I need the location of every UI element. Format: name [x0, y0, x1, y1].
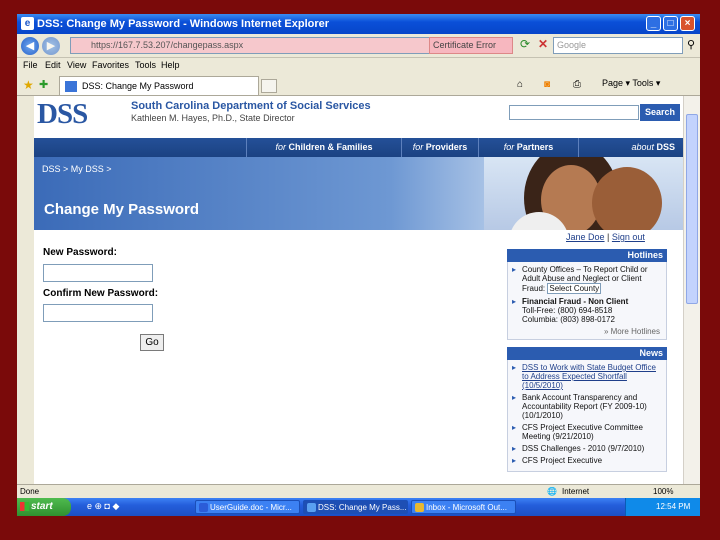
menu-tools[interactable]: Tools	[135, 60, 156, 70]
command-bar[interactable]: Page ▾ Tools ▾	[602, 78, 660, 89]
tab-dss[interactable]: DSS: Change My Password	[59, 76, 259, 95]
menu-bar: File Edit View Favorites Tools Help	[17, 58, 700, 74]
nav-providers[interactable]: for Providers	[401, 138, 478, 157]
news-item[interactable]: ▸ DSS Challenges - 2010 (9/7/2010)	[512, 444, 662, 453]
security-zone: Internet	[562, 487, 590, 496]
window-title: DSS: Change My Password - Windows Intern…	[37, 18, 330, 30]
site-search-input[interactable]	[509, 105, 639, 120]
main-nav: for Children & Families for Providers fo…	[34, 138, 683, 157]
certificate-error-button[interactable]: Certificate Error	[429, 37, 513, 54]
sidebar: Hotlines ▸ County Offices – To Report Ch…	[507, 249, 667, 472]
menu-help[interactable]: Help	[161, 60, 180, 70]
user-links: Jane Doe | Sign out	[566, 232, 645, 242]
news-box: ▸ DSS to Work with State Budget Office to…	[507, 360, 667, 472]
refresh-icon[interactable]: ⟳	[517, 37, 533, 54]
ie-window: e DSS: Change My Password - Windows Inte…	[17, 14, 700, 516]
vertical-scrollbar[interactable]	[683, 96, 700, 484]
dss-logo[interactable]: DSS	[37, 99, 88, 129]
department-name: South Carolina Department of Social Serv…	[131, 100, 371, 112]
news-heading: News	[507, 347, 667, 360]
close-button[interactable]: ×	[680, 16, 695, 31]
confirm-password-label: Confirm New Password:	[43, 288, 159, 299]
page-icon	[65, 81, 77, 92]
print-icon[interactable]: ⎙	[573, 79, 581, 90]
menu-view[interactable]: View	[67, 60, 86, 70]
hotlines-box: ▸ County Offices – To Report Child or Ad…	[507, 262, 667, 340]
confirm-password-input[interactable]	[43, 304, 153, 322]
more-hotlines-link[interactable]: » More Hotlines	[512, 327, 662, 336]
maximize-button[interactable]: □	[663, 16, 678, 31]
address-toolbar: ◀ ▶ https://167.7.53.207/changepass.aspx…	[17, 34, 700, 58]
system-tray: 12:54 PM	[625, 498, 700, 516]
search-input[interactable]: Google	[553, 37, 683, 54]
news-item[interactable]: ▸ CFS Project Executive Committee Meeting…	[512, 423, 662, 441]
menu-favorites[interactable]: Favorites	[92, 60, 129, 70]
back-button[interactable]: ◀	[21, 37, 39, 55]
banner-photo	[484, 157, 683, 230]
user-name-link[interactable]: Jane Doe	[566, 232, 605, 242]
status-text: Done	[20, 487, 40, 496]
taskbar-item-outlook[interactable]: Inbox - Microsoft Out...	[411, 500, 516, 514]
home-icon[interactable]: ⌂	[517, 79, 523, 90]
site-search-button[interactable]: Search	[640, 104, 680, 121]
globe-icon: 🌐	[547, 487, 557, 496]
minimize-button[interactable]: _	[646, 16, 661, 31]
quick-launch-icons[interactable]: e ⊕ ◘ ◆	[87, 501, 119, 512]
nav-children-families[interactable]: for Children & Families	[246, 138, 401, 157]
new-password-input[interactable]	[43, 264, 153, 282]
list-item: ▸ County Offices – To Report Child or Ad…	[512, 265, 648, 294]
start-button[interactable]: start	[17, 498, 71, 516]
director-name: Kathleen M. Hayes, Ph.D., State Director	[131, 113, 295, 123]
stop-icon[interactable]: ✕	[535, 37, 551, 54]
sign-out-link[interactable]: Sign out	[612, 232, 645, 242]
search-icon[interactable]: ⚲	[687, 38, 695, 51]
separator: |	[607, 232, 610, 242]
window-title-bar: e DSS: Change My Password - Windows Inte…	[17, 14, 700, 34]
favorites-star-icon[interactable]: ★	[23, 78, 34, 92]
taskbar-item-userguide[interactable]: UserGuide.doc - Micr...	[195, 500, 300, 514]
news-item[interactable]: ▸ Bank Account Transparency and Accountab…	[512, 393, 662, 420]
taskbar: start e ⊕ ◘ ◆ UserGuide.doc - Micr... DS…	[17, 498, 700, 516]
news-item[interactable]: ▸ CFS Project Executive	[512, 456, 662, 465]
list-item: ▸ Financial Fraud - Non Client Toll-Free:…	[512, 297, 629, 324]
feeds-icon[interactable]: ◙	[544, 79, 550, 90]
windows-flag-icon	[20, 502, 29, 511]
ie-icon: e	[21, 17, 34, 30]
address-input[interactable]: https://167.7.53.207/changepass.aspx	[70, 37, 440, 54]
taskbar-item-ie[interactable]: DSS: Change My Pass...	[303, 500, 408, 514]
scrollbar-thumb[interactable]	[686, 114, 698, 304]
menu-edit[interactable]: Edit	[45, 60, 61, 70]
tab-label: DSS: Change My Password	[82, 81, 194, 91]
nav-partners[interactable]: for Partners	[478, 138, 578, 157]
ie-icon	[307, 503, 316, 512]
web-page: DSS South Carolina Department of Social …	[34, 96, 683, 484]
new-password-label: New Password:	[43, 247, 117, 258]
zoom-level[interactable]: 100%	[653, 487, 673, 496]
status-bar: Done 🌐 Internet 100%	[17, 484, 700, 498]
outlook-icon	[415, 503, 424, 512]
word-icon	[199, 503, 208, 512]
page-title: Change My Password	[44, 201, 200, 218]
go-button[interactable]: Go	[140, 334, 164, 351]
county-select[interactable]: Select County	[547, 283, 602, 294]
tab-bar: ★ ✚ DSS: Change My Password ⌂ ◙ ⎙ Page ▾…	[17, 74, 700, 96]
add-favorite-icon[interactable]: ✚	[39, 78, 48, 91]
clock[interactable]: 12:54 PM	[656, 502, 690, 511]
breadcrumb[interactable]: DSS > My DSS >	[42, 164, 112, 174]
nav-about-dss[interactable]: about DSS	[578, 138, 683, 157]
hotlines-heading: Hotlines	[507, 249, 667, 262]
forward-button[interactable]: ▶	[42, 37, 60, 55]
news-item[interactable]: ▸ DSS to Work with State Budget Office to…	[512, 363, 662, 390]
menu-file[interactable]: File	[23, 60, 38, 70]
new-tab-button[interactable]	[261, 79, 277, 93]
change-password-form: New Password: Confirm New Password: Go	[34, 230, 166, 352]
